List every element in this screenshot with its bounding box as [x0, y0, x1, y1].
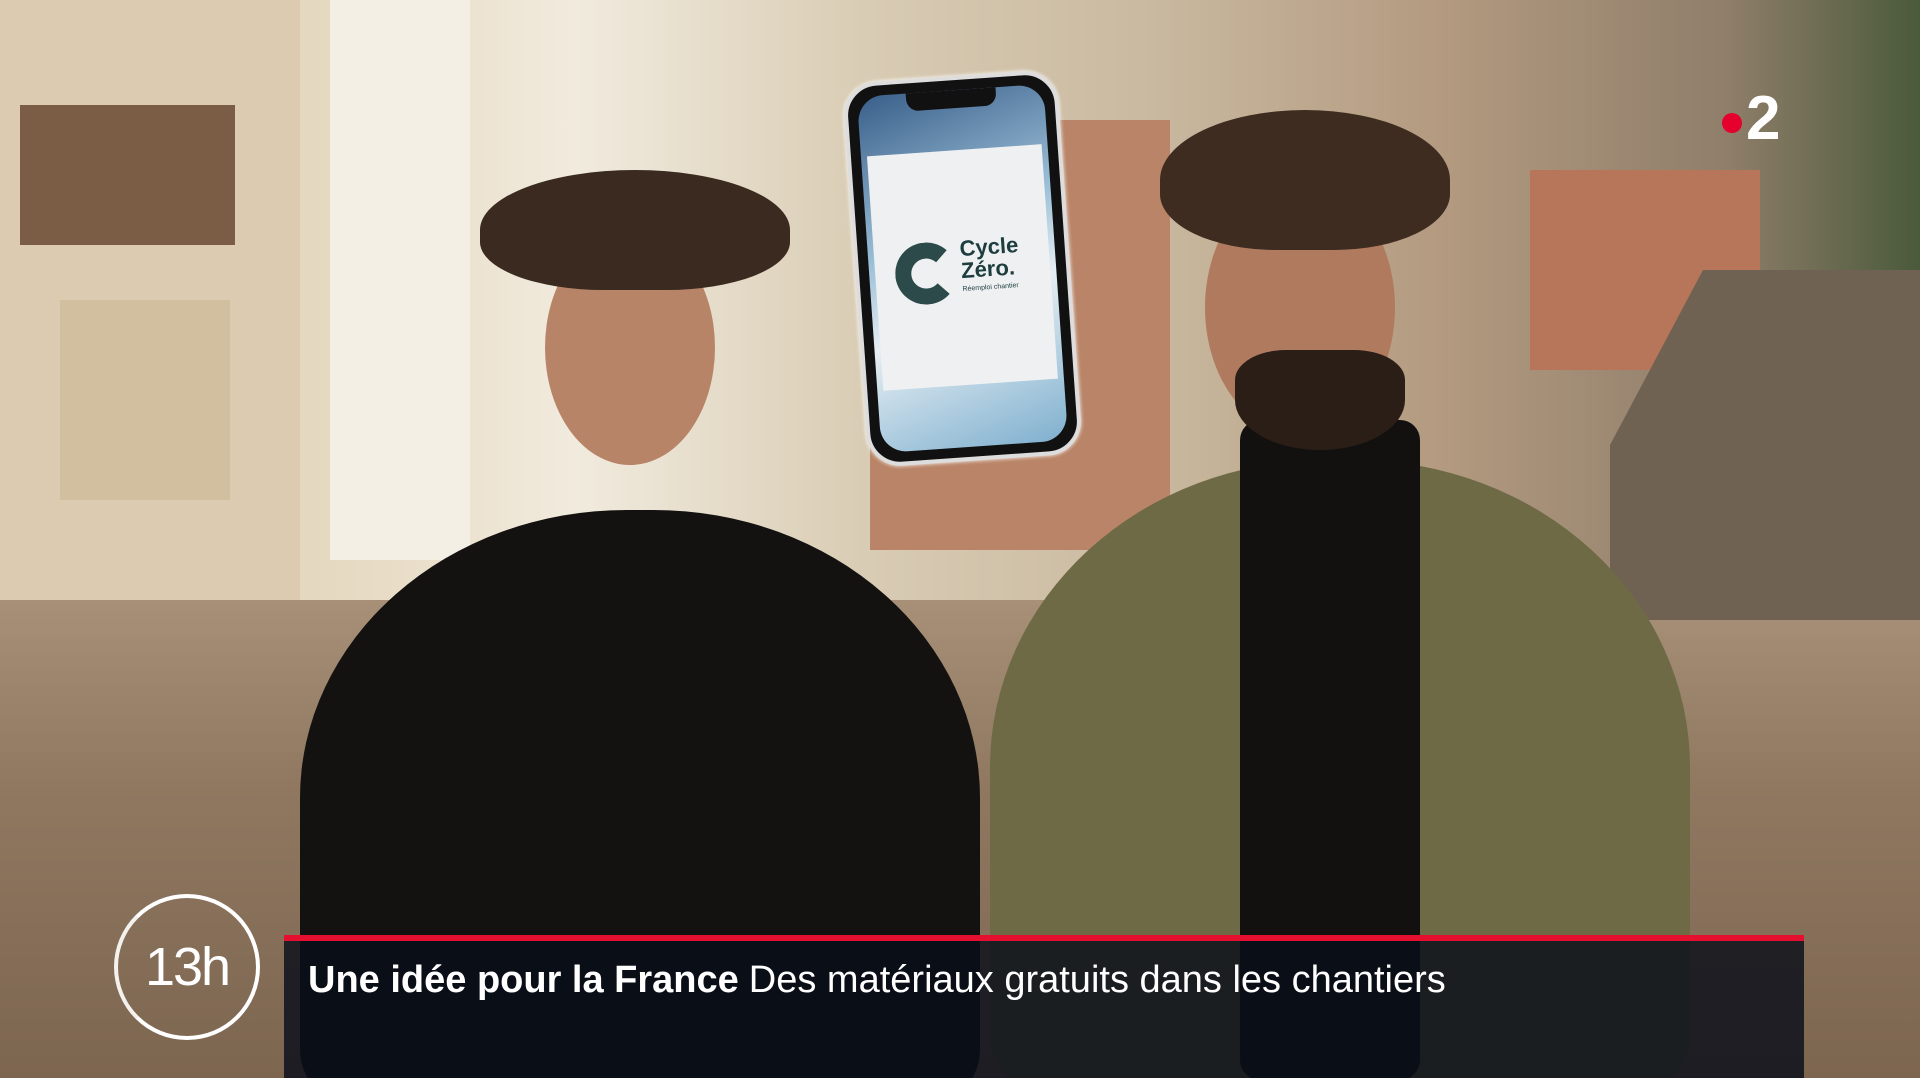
- balcony: [20, 105, 235, 245]
- segment-subtitle: Des matériaux gratuits dans les chantier…: [748, 959, 1446, 1001]
- building-pillar: [330, 0, 470, 560]
- red-dot-icon: [1722, 112, 1742, 133]
- brand-name: Cycle Zéro.: [959, 232, 1021, 284]
- channel-number: 2: [1746, 84, 1781, 153]
- woman-hair: [480, 170, 790, 290]
- segment-title: Une idée pour la France: [308, 959, 739, 1001]
- app-card: Cycle Zéro. Réemploi chantier: [866, 144, 1058, 391]
- program-time: 13h: [144, 937, 231, 997]
- program-badge: 13h: [114, 894, 260, 1040]
- man-beard: [1235, 350, 1405, 450]
- phone-notch: [905, 87, 997, 112]
- man-hair: [1160, 110, 1450, 250]
- brand-tagline: Réemploi chantier: [962, 282, 1019, 294]
- lower-third: Une idée pour la France Des matériaux gra…: [284, 935, 1804, 1078]
- phone-screen: Cycle Zéro. Réemploi chantier: [856, 83, 1069, 454]
- window: [60, 300, 230, 500]
- phone-graphic: Cycle Zéro. Réemploi chantier: [841, 68, 1084, 469]
- france2-logo: 2: [1722, 88, 1780, 150]
- brand-line2: Zéro.: [960, 254, 1016, 284]
- cycle-zero-logo-icon: [893, 240, 960, 307]
- lower-third-text: Une idée pour la France Des matériaux gra…: [308, 959, 1446, 1002]
